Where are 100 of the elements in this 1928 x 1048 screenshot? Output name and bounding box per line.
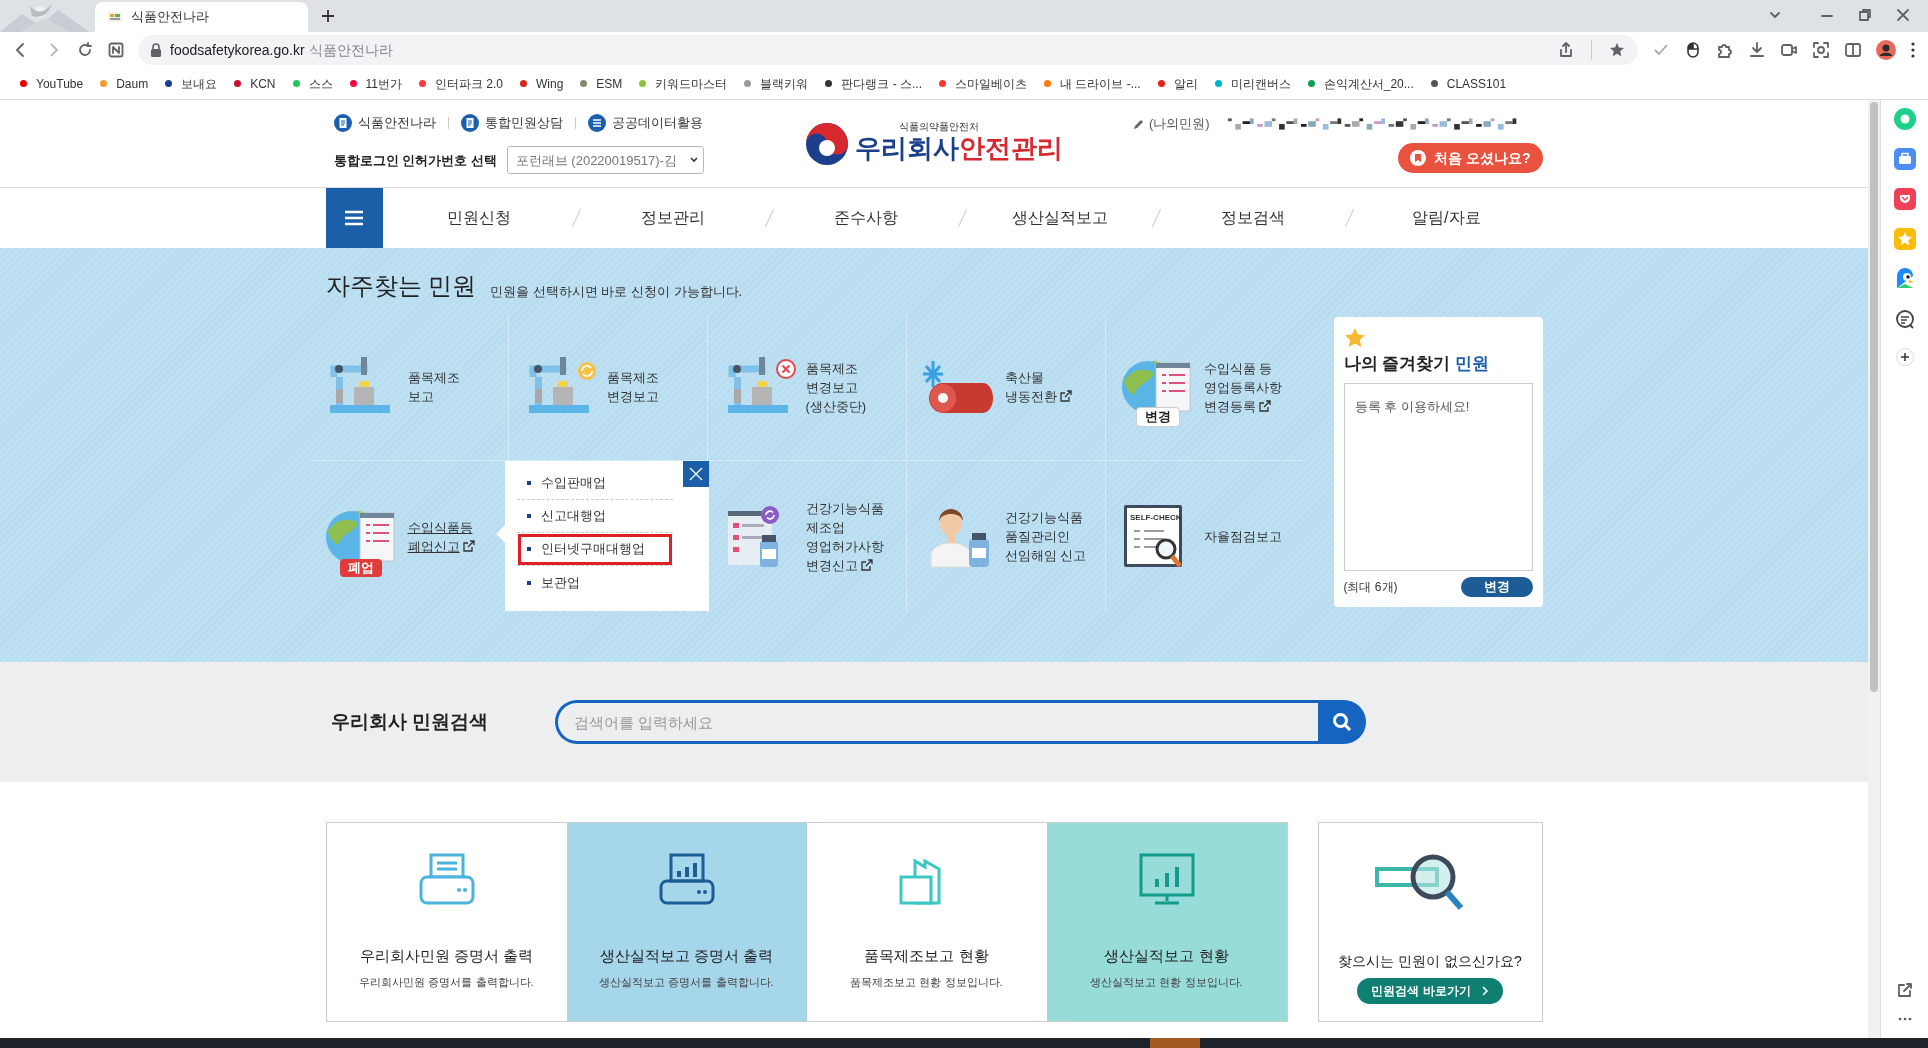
bookmark[interactable]: CLASS101 — [1430, 74, 1507, 93]
share-icon[interactable] — [1557, 41, 1575, 59]
complaint-link[interactable]: 품목제조 변경보고 (생산중단) — [805, 358, 867, 416]
top-link[interactable]: 공공데이터활용 — [587, 112, 703, 133]
document-icon — [587, 113, 606, 132]
bookmark[interactable]: Wing — [520, 74, 564, 93]
avatar-icon[interactable] — [1876, 40, 1896, 60]
page-icon[interactable] — [108, 42, 124, 58]
bookmark[interactable]: 손익계산서_20... — [1307, 74, 1414, 93]
new-tab-icon[interactable] — [320, 8, 336, 24]
address-bar[interactable]: foodsafetykorea.go.kr 식품안전나라 — [138, 35, 1638, 65]
bookmark[interactable]: 키워드마스터 — [639, 74, 728, 93]
first-visit-button[interactable]: 처음 오셨나요? — [1398, 143, 1543, 174]
nav-item[interactable]: 알림/자료 — [1412, 206, 1481, 230]
briefcase-icon[interactable] — [1893, 148, 1916, 170]
bookmark[interactable]: 블랙키워 — [744, 74, 809, 93]
menu-button[interactable] — [325, 188, 383, 248]
nav-item[interactable]: 정보관리 — [641, 206, 705, 230]
dropdown-item[interactable]: 수입판매업 — [516, 467, 673, 500]
favorites-title: 나의 즐겨찾기 민원 — [1343, 353, 1490, 375]
complaint-search-button[interactable]: 민원검색 바로가기 — [1357, 978, 1503, 1004]
browser-tab[interactable]: 식품안전나라 — [95, 2, 308, 32]
complaint-link[interactable]: 자율점검보고 — [1203, 527, 1282, 546]
bookmark[interactable]: 알리 — [1157, 74, 1198, 93]
dropdown-item[interactable]: 보관업 — [516, 566, 673, 599]
bookmark[interactable]: 미리캔버스 — [1214, 74, 1291, 93]
nav-item[interactable]: 생산실적보고 — [1011, 206, 1108, 230]
download-icon[interactable] — [1748, 41, 1766, 59]
license-select[interactable]: 포런래브 (20220019517)-김 — [506, 146, 704, 175]
url-text: foodsafetykorea.go.kr 식품안전나라 — [170, 40, 393, 60]
card-description: 생산실적보고 현황 정보입니다. — [1090, 974, 1243, 990]
close-icon — [688, 467, 703, 481]
restore-icon[interactable] — [1858, 8, 1872, 22]
bookmark[interactable]: 판다랭크 - 스... — [825, 74, 923, 93]
top-link[interactable]: 식품안전나라 — [333, 112, 436, 133]
complaint-link[interactable]: 품목제조 변경보고 — [606, 368, 659, 406]
close-icon[interactable] — [1896, 8, 1910, 22]
dropdown-item[interactable]: 인터넷구매대행업 — [516, 533, 673, 566]
add-icon[interactable] — [1895, 348, 1914, 366]
search-icon — [1331, 712, 1352, 732]
top-link[interactable]: 통합민원상담 — [460, 112, 563, 133]
limit-note: (최대 6개) — [1343, 579, 1398, 596]
complaint-link[interactable]: 축산물 냉동전환 — [1004, 368, 1072, 406]
scrollbar-thumb[interactable] — [1870, 102, 1878, 692]
site-favicon — [107, 9, 123, 25]
change-button[interactable]: 변경 — [1460, 577, 1533, 597]
dropdown-item[interactable]: 신고대행업 — [516, 500, 673, 533]
search-button[interactable] — [1317, 700, 1366, 744]
chevron-right-icon — [1480, 986, 1489, 996]
screenshot-icon[interactable] — [1812, 41, 1830, 59]
agency-name: 식품의약품안전처 — [898, 122, 980, 133]
bookmark[interactable]: 스마일베이츠 — [939, 74, 1028, 93]
split-view-icon[interactable] — [1844, 41, 1862, 59]
nav-item[interactable]: 민원신청 — [447, 206, 512, 230]
complaint-link[interactable]: 수입식품 등 영업등록사항 변경등록 — [1203, 358, 1282, 416]
bookmark[interactable]: ESM — [580, 74, 623, 93]
complaint-link[interactable]: 품목제조 보고 — [407, 368, 460, 406]
bookmark[interactable]: Daum — [100, 74, 149, 93]
nav-item[interactable]: 준수사항 — [834, 206, 899, 230]
card-title: 우리회사민원 증명서 출력 — [359, 946, 534, 966]
my-complaints-link[interactable]: (나의민원) — [1133, 113, 1210, 134]
bookmark[interactable]: 내 드라이브 -... — [1044, 74, 1141, 93]
bookmark[interactable]: 11번가 — [349, 74, 402, 93]
video-icon[interactable] — [1780, 41, 1798, 59]
pocket-icon[interactable] — [1893, 188, 1916, 210]
service-card[interactable]: 생산실적보고 증명서 출력 생산실적보고 증명서를 출력합니다. — [566, 823, 807, 1021]
complaint-link[interactable]: 건강기능식품 제조업 영업허가사항 변경신고 — [805, 498, 884, 575]
star-icon[interactable] — [1608, 41, 1626, 59]
site-logo-text: 우리회사안전관리 — [855, 132, 1063, 165]
complaint-link[interactable]: 건강기능식품 품질관리인 선임해임 신고 — [1004, 508, 1087, 565]
search-field[interactable]: 검색어를 입력하세요 — [554, 700, 1318, 744]
external-link-icon — [462, 539, 475, 552]
reload-icon[interactable] — [76, 41, 94, 59]
open-external-icon[interactable] — [1896, 982, 1913, 998]
bookmark[interactable]: YouTube — [20, 74, 84, 93]
card-description: 품목제조보고 현황 정보입니다. — [850, 974, 1003, 990]
emblem-icon — [805, 121, 849, 166]
section-subtitle: 민원을 선택하시면 바로 신청이 가능합니다. — [490, 282, 743, 301]
mouse-icon[interactable] — [1684, 41, 1702, 59]
bookmark[interactable]: 스스 — [292, 74, 333, 93]
service-card[interactable]: 생산실적보고 현황 생산실적보고 현황 정보입니다. — [1046, 823, 1287, 1021]
document-icon — [333, 113, 352, 132]
bookmark[interactable]: 인터파크 2.0 — [419, 74, 503, 93]
complaint-link[interactable]: 수입식품등 폐업신고 — [407, 517, 475, 556]
help-question: 찾으시는 민원이 없으신가요? — [1338, 952, 1522, 971]
puzzle-icon[interactable] — [1716, 41, 1734, 59]
more-icon[interactable] — [1896, 1016, 1913, 1022]
bookmark[interactable]: KCN — [234, 74, 276, 93]
star-app-icon[interactable] — [1893, 228, 1916, 250]
close-button[interactable] — [682, 461, 709, 487]
nav-item[interactable]: 정보검색 — [1220, 206, 1285, 230]
bookmark-icon — [1410, 150, 1427, 167]
chat-icon[interactable] — [1893, 308, 1916, 330]
more-icon[interactable] — [1910, 41, 1916, 59]
section-title: 자주찾는 민원 — [325, 271, 477, 301]
card-title: 생산실적보고 현황 — [1104, 946, 1229, 966]
card-title: 품목제조보고 현황 — [864, 946, 989, 966]
status-badge: 변경 — [1135, 407, 1180, 427]
document-icon — [460, 113, 479, 132]
bookmark[interactable]: 보내요 — [165, 74, 218, 93]
